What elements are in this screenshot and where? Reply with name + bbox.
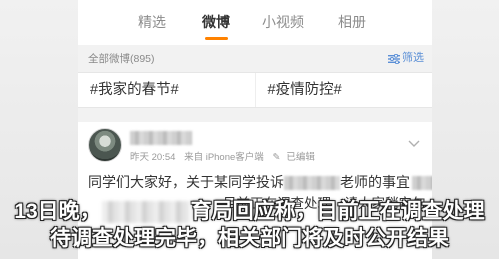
section-divider bbox=[78, 108, 432, 122]
tab-album[interactable]: 相册 bbox=[338, 13, 366, 31]
username-redacted bbox=[130, 131, 192, 145]
filter-label: 筛选 bbox=[402, 52, 424, 64]
tab-short-video[interactable]: 小视频 bbox=[262, 13, 304, 31]
profile-tabs: 精选 微博 小视频 相册 bbox=[78, 0, 432, 45]
caption-text-b: 育局回应称，目前正在调查处理 bbox=[190, 200, 485, 223]
caption-text-a: 13日晚， bbox=[14, 200, 101, 223]
all-posts-count[interactable]: 全部微博(895) bbox=[88, 53, 155, 65]
post-redacted-text bbox=[412, 176, 432, 191]
avatar[interactable] bbox=[88, 128, 122, 162]
post-text-b: 老师的事宜 bbox=[340, 174, 410, 190]
post-more-button[interactable] bbox=[408, 135, 420, 153]
caption-redacted bbox=[101, 201, 190, 224]
post-redacted-name bbox=[284, 176, 340, 191]
post-text-a: 同学们大家好，关于某同学投诉 bbox=[88, 174, 284, 190]
post-meta: 昨天 20:54 来自 iPhone客户端 ✎ 已编辑 bbox=[130, 152, 321, 163]
feed-header: 全部微博(895) 筛选 bbox=[78, 45, 432, 72]
filter-icon bbox=[388, 53, 400, 64]
news-caption-line-1: 13日晚， 育局回应称，目前正在调查处理 bbox=[0, 199, 499, 225]
chevron-down-icon bbox=[408, 135, 420, 152]
news-caption-line-2: 待调查处理完毕，相关部门将及时公开结果 bbox=[50, 227, 449, 250]
topic-epidemic-prevention[interactable]: #疫情防控# bbox=[254, 73, 433, 107]
pinned-topics: #我家的春节# #疫情防控# bbox=[78, 72, 432, 108]
topic-spring-festival[interactable]: #我家的春节# bbox=[78, 73, 255, 107]
post-source: 来自 iPhone客户端 bbox=[184, 152, 264, 163]
post-text-line-1: 同学们大家好，关于某同学投诉 老师的事宜 bbox=[88, 174, 432, 191]
edited-label: 已编辑 bbox=[286, 152, 315, 163]
filter-button[interactable]: 筛选 bbox=[388, 52, 424, 65]
tab-featured[interactable]: 精选 bbox=[138, 13, 166, 31]
post-time: 昨天 20:54 bbox=[130, 152, 176, 163]
edited-indicator[interactable]: ✎ 已编辑 bbox=[272, 152, 320, 163]
edit-icon: ✎ bbox=[272, 152, 281, 163]
active-tab-indicator bbox=[205, 37, 228, 40]
tab-weibo[interactable]: 微博 bbox=[202, 13, 230, 31]
